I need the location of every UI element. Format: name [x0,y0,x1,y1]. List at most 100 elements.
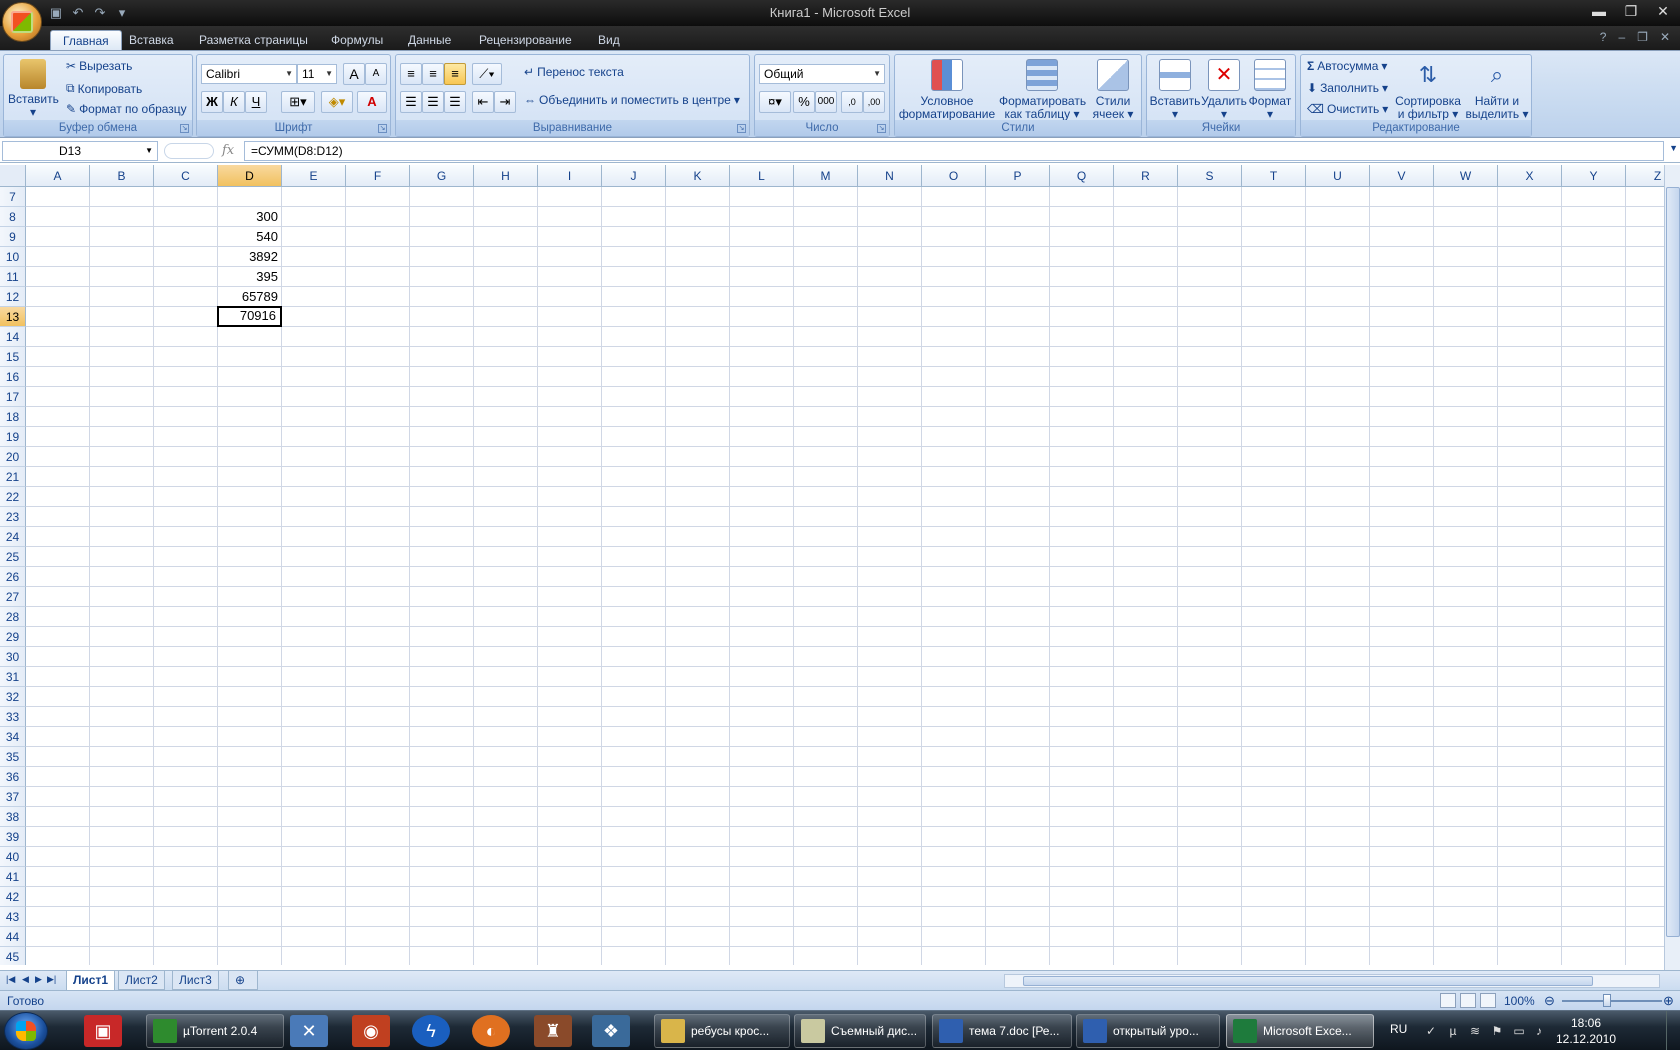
zoom-in-icon[interactable]: ⊕ [1663,993,1674,1009]
fill-button[interactable]: ⬇ Заполнить ▾ [1307,81,1388,95]
column-header[interactable]: Q [1050,165,1114,187]
app-bolt-icon[interactable]: ϟ [412,1015,450,1047]
help-icon[interactable]: ? [1600,30,1607,44]
copy-button[interactable]: ⧉ Копировать [66,81,142,96]
underline-button[interactable]: Ч [245,91,267,113]
tab-view[interactable]: Вид [594,30,624,50]
prev-sheet-icon[interactable]: ◀ [22,974,29,985]
name-box[interactable]: D13 ▼ [2,141,158,161]
column-header[interactable]: N [858,165,922,187]
tab-home[interactable]: Главная [50,30,122,50]
tray-utorrent-icon[interactable]: µ [1446,1024,1460,1038]
bold-button[interactable]: Ж [201,91,223,113]
cell[interactable]: 3892 [218,247,282,267]
app-game-icon[interactable]: ♜ [534,1015,572,1047]
row-header[interactable]: 21 [0,467,26,487]
row-header[interactable]: 36 [0,767,26,787]
row-header[interactable]: 45 [0,947,26,965]
cell[interactable]: 300 [218,207,282,227]
delete-cells-button[interactable]: ✕ Удалить ▾ [1201,59,1247,121]
taskbar-task[interactable]: Съемный дис... [794,1014,926,1048]
wrap-text-button[interactable]: ↵ Перенос текста [524,65,624,79]
shrink-font-button[interactable]: A [365,63,387,85]
row-header[interactable]: 35 [0,747,26,767]
cell[interactable]: 65789 [218,287,282,307]
column-header[interactable]: F [346,165,410,187]
next-sheet-icon[interactable]: ▶ [35,974,42,985]
column-header[interactable]: O [922,165,986,187]
format-cells-button[interactable]: Формат ▾ [1247,59,1293,121]
row-header[interactable]: 18 [0,407,26,427]
restore-button[interactable]: ❐ [1618,2,1644,20]
row-header[interactable]: 44 [0,927,26,947]
align-center-icon[interactable]: ☰ [422,91,444,113]
row-header[interactable]: 40 [0,847,26,867]
tab-formulas[interactable]: Формулы [327,30,387,50]
workbook-close-icon[interactable]: ✕ [1660,30,1670,44]
row-header[interactable]: 38 [0,807,26,827]
dialog-launcher-icon[interactable]: ↘ [737,124,746,133]
row-header[interactable]: 29 [0,627,26,647]
row-header[interactable]: 30 [0,647,26,667]
vertical-scroll-thumb[interactable] [1666,187,1680,937]
cell[interactable]: 395 [218,267,282,287]
font-color-button[interactable]: A [357,91,387,113]
column-header[interactable]: V [1370,165,1434,187]
cut-button[interactable]: ✂ Вырезать [66,59,132,73]
taskbar-task[interactable]: Microsoft Exce... [1226,1014,1374,1048]
align-top-icon[interactable]: ≡ [400,63,422,85]
row-header[interactable]: 12 [0,287,26,307]
fill-color-icon[interactable]: ◈▾ [321,91,353,113]
row-header[interactable]: 11 [0,267,26,287]
font-size-combo[interactable]: 11 ▼ [297,64,337,84]
merge-center-button[interactable]: ⇔ Объединить и поместить в центре ▾ [524,93,740,107]
row-header[interactable]: 10 [0,247,26,267]
first-sheet-icon[interactable]: |◀ [6,974,15,985]
increase-decimal-button[interactable]: ,0 [841,91,863,113]
column-header[interactable]: A [26,165,90,187]
clock-date[interactable]: 12.12.2010 [1546,1032,1626,1046]
column-header[interactable]: D [218,165,282,187]
row-header[interactable]: 41 [0,867,26,887]
row-header[interactable]: 15 [0,347,26,367]
tray-network-icon[interactable]: ≋ [1468,1024,1482,1038]
office-button[interactable] [2,2,42,42]
column-header[interactable]: E [282,165,346,187]
sheet-tab-1[interactable]: Лист1 [66,971,116,991]
percent-button[interactable]: % [793,91,815,113]
column-header[interactable]: Y [1562,165,1626,187]
thousands-button[interactable]: 000 [815,91,837,113]
ribbon-restore-icon[interactable]: ❐ [1637,30,1648,44]
row-header[interactable]: 37 [0,787,26,807]
column-header[interactable]: J [602,165,666,187]
column-header[interactable]: X [1498,165,1562,187]
row-header[interactable]: 17 [0,387,26,407]
borders-icon[interactable]: ⊞▾ [281,91,315,113]
column-header[interactable]: S [1178,165,1242,187]
align-middle-icon[interactable]: ≡ [422,63,444,85]
column-header[interactable]: K [666,165,730,187]
expand-formula-bar-icon[interactable]: ▼ [1669,143,1678,153]
column-header[interactable]: Z [1626,165,1664,187]
vertical-scrollbar[interactable] [1664,165,1680,975]
sheet-tab-3[interactable]: Лист3 [172,971,219,990]
column-header[interactable]: B [90,165,154,187]
row-header[interactable]: 22 [0,487,26,507]
horizontal-scroll-thumb[interactable] [1023,976,1593,986]
zoom-level[interactable]: 100% [1504,994,1535,1008]
decrease-indent-icon[interactable]: ⇤ [472,91,494,113]
dialog-launcher-icon[interactable]: ↘ [877,124,886,133]
row-header[interactable]: 43 [0,907,26,927]
row-header[interactable]: 42 [0,887,26,907]
row-header[interactable]: 9 [0,227,26,247]
row-header[interactable]: 16 [0,367,26,387]
row-header[interactable]: 27 [0,587,26,607]
floppy-app-icon[interactable]: ▣ [84,1015,122,1047]
tray-display-icon[interactable]: ▭ [1512,1024,1526,1038]
ribbon-minimize-icon[interactable]: – [1618,30,1625,44]
cell[interactable]: 540 [218,227,282,247]
zoom-slider-thumb[interactable] [1603,994,1611,1007]
tray-shield-icon[interactable]: ✓ [1424,1024,1438,1038]
align-right-icon[interactable]: ☰ [444,91,466,113]
format-painter-button[interactable]: ✎ Формат по образцу [66,102,187,116]
